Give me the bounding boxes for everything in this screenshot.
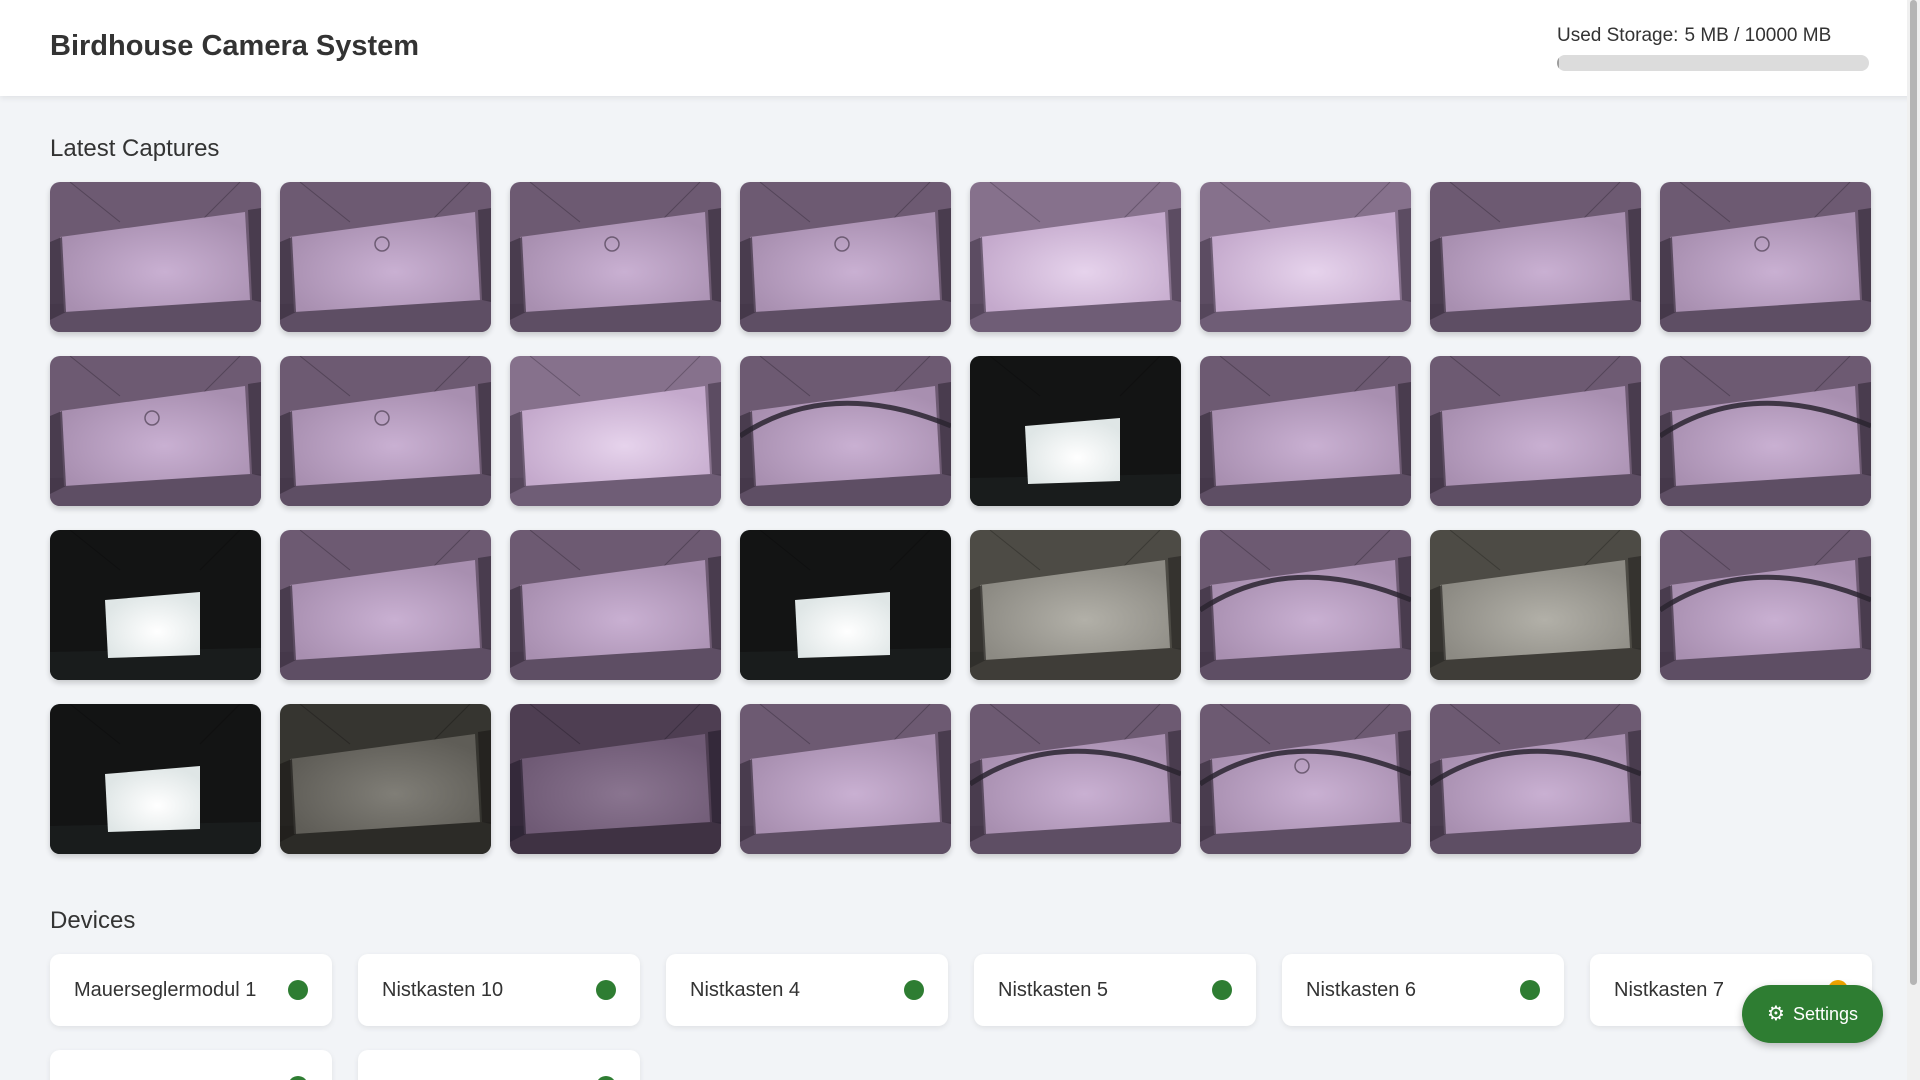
app-header: Birdhouse Camera System Used Storage: 5 … — [0, 0, 1918, 96]
device-card[interactable] — [50, 1050, 332, 1080]
capture-image — [510, 182, 721, 332]
capture-image — [970, 182, 1181, 332]
capture-thumbnail[interactable] — [1200, 530, 1411, 680]
devices-section-title: Devices — [50, 907, 136, 934]
device-card[interactable]: Mauerseglermodul 1 — [50, 954, 332, 1026]
capture-image — [280, 356, 491, 506]
captures-grid — [50, 182, 1871, 854]
capture-image — [510, 704, 721, 854]
capture-thumbnail[interactable] — [510, 182, 721, 332]
capture-thumbnail[interactable] — [1660, 356, 1871, 506]
scrollbar-thumb[interactable] — [1910, 0, 1917, 985]
capture-thumbnail[interactable] — [970, 182, 1181, 332]
settings-button-label: Settings — [1792, 1003, 1858, 1024]
capture-thumbnail[interactable] — [970, 356, 1181, 506]
capture-image — [740, 182, 951, 332]
capture-thumbnail[interactable] — [510, 530, 721, 680]
capture-thumbnail[interactable] — [1200, 182, 1411, 332]
capture-image — [510, 530, 721, 680]
storage-label-row: Used Storage: 5 MB / 10000 MB — [1557, 25, 1869, 47]
capture-thumbnail[interactable] — [510, 356, 721, 506]
capture-image — [740, 530, 951, 680]
capture-image — [1660, 182, 1871, 332]
capture-thumbnail[interactable] — [740, 182, 951, 332]
capture-thumbnail[interactable] — [280, 530, 491, 680]
capture-thumbnail[interactable] — [1660, 182, 1871, 332]
capture-thumbnail[interactable] — [970, 704, 1181, 854]
capture-image — [50, 182, 261, 332]
capture-image — [50, 530, 261, 680]
device-name: Nistkasten 10 — [382, 978, 504, 1001]
capture-thumbnail[interactable] — [50, 704, 261, 854]
capture-image — [50, 356, 261, 506]
capture-image — [50, 704, 261, 854]
capture-image — [1200, 704, 1411, 854]
capture-thumbnail[interactable] — [740, 704, 951, 854]
capture-thumbnail[interactable] — [1430, 530, 1641, 680]
device-status-indicator — [1520, 980, 1540, 1000]
capture-thumbnail[interactable] — [1430, 356, 1641, 506]
capture-thumbnail[interactable] — [50, 530, 261, 680]
capture-thumbnail[interactable] — [1660, 530, 1871, 680]
capture-image — [740, 704, 951, 854]
device-card[interactable]: Nistkasten 4 — [666, 954, 948, 1026]
capture-image — [1430, 530, 1641, 680]
capture-image — [1430, 356, 1641, 506]
capture-image — [1660, 530, 1871, 680]
capture-image — [1430, 182, 1641, 332]
storage-value: 5 MB / 10000 MB — [1684, 25, 1832, 46]
capture-thumbnail[interactable] — [1200, 704, 1411, 854]
capture-thumbnail[interactable] — [50, 182, 261, 332]
device-card[interactable]: Nistkasten 10 — [358, 954, 640, 1026]
device-status-indicator — [596, 980, 616, 1000]
device-card[interactable]: Nistkasten 5 — [974, 954, 1256, 1026]
capture-image — [1430, 704, 1641, 854]
device-name: Nistkasten 5 — [998, 978, 1109, 1001]
capture-thumbnail[interactable] — [50, 356, 261, 506]
capture-image — [280, 704, 491, 854]
page-scrollbar[interactable] — [1907, 0, 1920, 1080]
device-status-indicator — [288, 980, 308, 1000]
device-card[interactable]: Nistkasten 6 — [1282, 954, 1564, 1026]
device-status-indicator — [1212, 980, 1232, 1000]
storage-progress-bar — [1557, 55, 1869, 71]
device-status-indicator — [904, 980, 924, 1000]
devices-grid: Mauerseglermodul 1 Nistkasten 10 Nistkaste… — [50, 954, 1872, 1080]
capture-image — [510, 356, 721, 506]
capture-image — [970, 530, 1181, 680]
device-name: Nistkasten 6 — [1306, 978, 1417, 1001]
app-title: Birdhouse Camera System — [50, 30, 420, 62]
device-name: Mauerseglermodul 1 — [74, 978, 257, 1001]
capture-image — [1200, 530, 1411, 680]
capture-image — [970, 356, 1181, 506]
storage-label: Used Storage: — [1557, 25, 1679, 46]
capture-image — [280, 530, 491, 680]
capture-thumbnail[interactable] — [280, 182, 491, 332]
capture-thumbnail[interactable] — [1430, 182, 1641, 332]
capture-image — [280, 182, 491, 332]
capture-image — [1660, 356, 1871, 506]
capture-thumbnail[interactable] — [1200, 356, 1411, 506]
gear-icon: ⚙ — [1767, 1003, 1785, 1025]
device-name: Nistkasten 7 — [1614, 978, 1725, 1001]
capture-thumbnail[interactable] — [280, 704, 491, 854]
device-status-indicator — [596, 1076, 616, 1080]
device-name: Nistkasten 4 — [690, 978, 801, 1001]
captures-section-title: Latest Captures — [50, 135, 220, 162]
capture-thumbnail[interactable] — [970, 530, 1181, 680]
device-status-indicator — [288, 1076, 308, 1080]
capture-thumbnail[interactable] — [740, 530, 951, 680]
capture-image — [1200, 356, 1411, 506]
capture-thumbnail[interactable] — [280, 356, 491, 506]
storage-indicator: Used Storage: 5 MB / 10000 MB — [1557, 25, 1869, 71]
capture-thumbnail[interactable] — [740, 356, 951, 506]
device-card[interactable] — [358, 1050, 640, 1080]
capture-thumbnail[interactable] — [510, 704, 721, 854]
capture-image — [740, 356, 951, 506]
capture-thumbnail[interactable] — [1430, 704, 1641, 854]
settings-button[interactable]: ⚙ Settings — [1742, 985, 1883, 1043]
capture-image — [970, 704, 1181, 854]
storage-progress-fill — [1557, 55, 1559, 71]
capture-image — [1200, 182, 1411, 332]
